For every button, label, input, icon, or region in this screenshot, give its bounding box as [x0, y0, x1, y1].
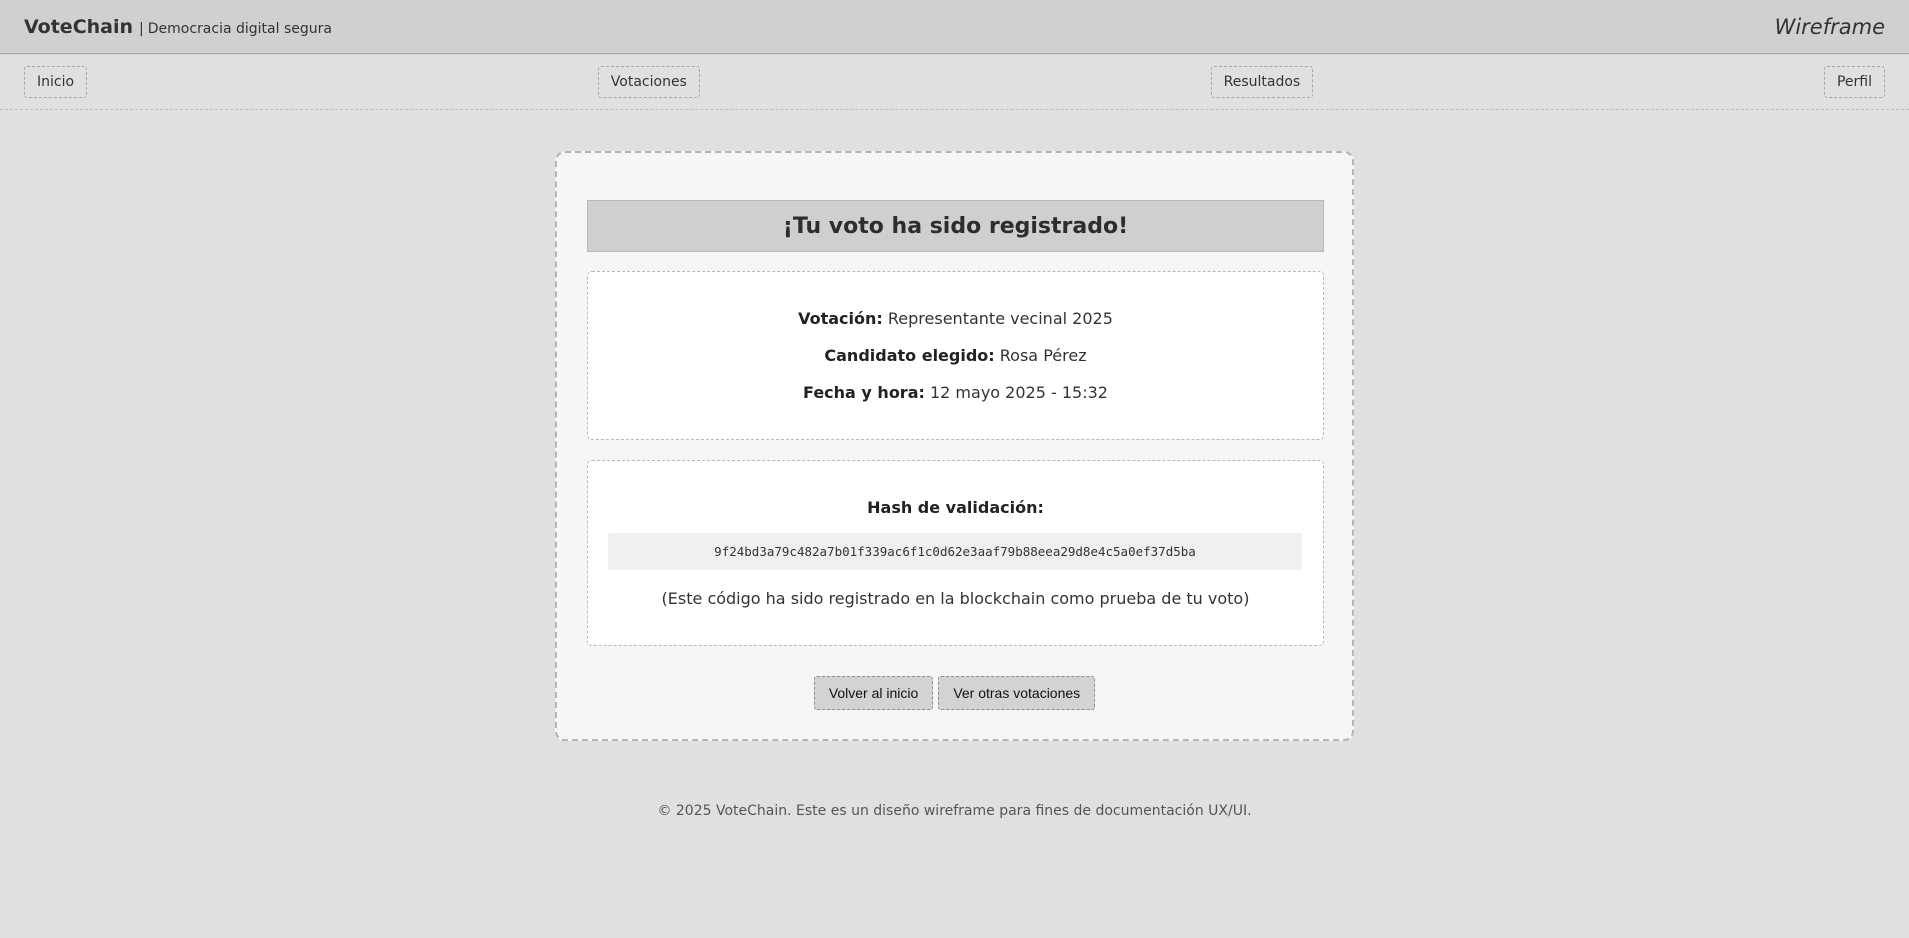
view-other-votes-button[interactable]: Ver otras votaciones	[938, 676, 1096, 710]
vote-details-panel: Votación: Representante vecinal 2025 Can…	[587, 271, 1324, 440]
wireframe-label: Wireframe	[1774, 14, 1885, 39]
brand-name: VoteChain	[24, 15, 134, 38]
nav-item-votaciones[interactable]: Votaciones	[597, 65, 700, 98]
hash-value[interactable]: 9f24bd3a79c482a7b01f339ac6f1c0d62e3aaf79…	[608, 533, 1302, 570]
nav-item-perfil[interactable]: Perfil	[1823, 65, 1885, 98]
detail-fecha-label: Fecha y hora:	[803, 383, 925, 402]
back-home-button[interactable]: Volver al inicio	[813, 676, 934, 710]
detail-fecha: Fecha y hora: 12 mayo 2025 - 15:32	[588, 383, 1323, 402]
vote-confirmation-card: ¡Tu voto ha sido registrado! Votación: R…	[555, 151, 1354, 741]
detail-votacion: Votación: Representante vecinal 2025	[588, 309, 1323, 328]
detail-fecha-value: 12 mayo 2025 - 15:32	[929, 383, 1108, 402]
confirmation-actions: Volver al inicio Ver otras votaciones	[557, 676, 1352, 710]
main-nav: Inicio Votaciones Resultados Perfil	[0, 54, 1909, 110]
detail-candidato-value: Rosa Pérez	[999, 346, 1087, 365]
brand[interactable]: VoteChain | Democracia digital segura	[24, 16, 332, 38]
detail-votacion-value: Representante vecinal 2025	[887, 309, 1113, 328]
detail-candidato: Candidato elegido: Rosa Pérez	[588, 346, 1323, 365]
nav-item-resultados[interactable]: Resultados	[1210, 65, 1314, 98]
brand-tagline: Democracia digital segura	[147, 20, 332, 37]
brand-separator: |	[139, 20, 144, 37]
site-footer: © 2025 VoteChain. Este es un diseño wire…	[657, 803, 1252, 819]
nav-item-inicio[interactable]: Inicio	[24, 65, 88, 98]
hash-panel: Hash de validación: 9f24bd3a79c482a7b01f…	[587, 460, 1324, 646]
site-header: VoteChain | Democracia digital segura Wi…	[0, 0, 1909, 54]
hash-note: (Este código ha sido registrado en la bl…	[661, 589, 1250, 608]
confirmation-title: ¡Tu voto ha sido registrado!	[587, 200, 1324, 252]
hash-title: Hash de validación:	[867, 498, 1044, 517]
detail-votacion-label: Votación:	[798, 309, 883, 328]
detail-candidato-label: Candidato elegido:	[824, 346, 995, 365]
